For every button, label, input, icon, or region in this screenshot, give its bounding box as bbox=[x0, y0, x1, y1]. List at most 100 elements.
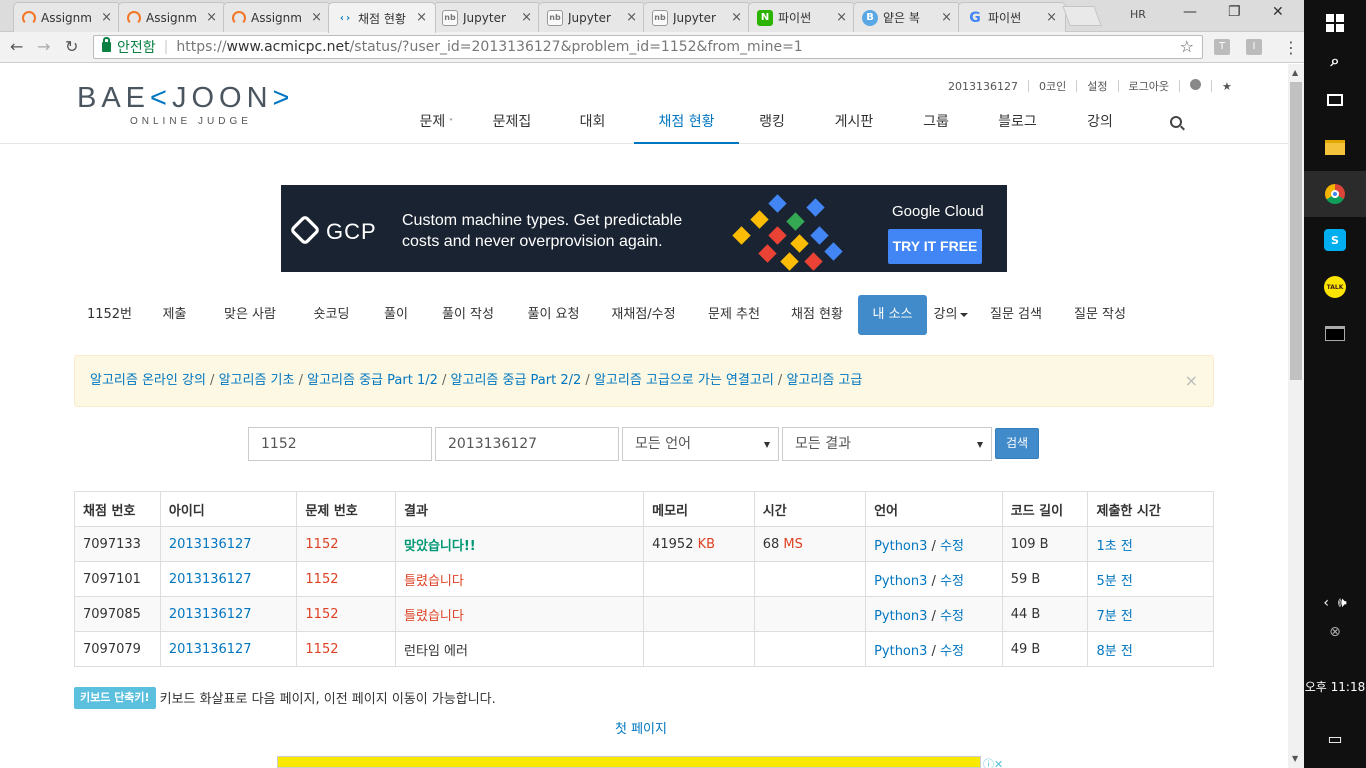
ad-info-icon[interactable]: ⓘ✕ bbox=[983, 756, 1003, 768]
address-bar[interactable]: 안전함 | https://www.acmicpc.net/status/?us… bbox=[93, 35, 1203, 59]
source-link[interactable]: Python3 bbox=[874, 574, 927, 589]
source-link[interactable]: Python3 bbox=[874, 644, 927, 659]
main-nav-8[interactable]: 블로그 bbox=[969, 100, 1066, 144]
result-select[interactable]: 모든 결과 bbox=[782, 427, 992, 461]
tab-3[interactable]: Assignm × bbox=[223, 2, 331, 32]
problem-nav-2[interactable]: 제출 bbox=[144, 295, 205, 335]
main-nav-5[interactable]: 랭킹 bbox=[739, 100, 805, 144]
skype-button[interactable]: S bbox=[1304, 217, 1366, 263]
tab-8[interactable]: N 파이썬 × bbox=[748, 2, 856, 32]
column-header[interactable]: 아이디 bbox=[159, 491, 298, 527]
tab-close-icon[interactable]: × bbox=[941, 10, 952, 25]
course-link-3[interactable]: 알고리즘 중급 Part 1/2 bbox=[307, 373, 438, 388]
edit-link[interactable]: 수정 bbox=[940, 574, 964, 589]
user-link[interactable]: 2013136127 bbox=[169, 607, 252, 622]
problem-nav-10[interactable]: 채점 현황 bbox=[776, 295, 858, 335]
file-explorer-button[interactable] bbox=[1304, 124, 1366, 170]
tab-close-icon[interactable]: × bbox=[416, 10, 427, 25]
problem-nav-1[interactable]: 1152번 bbox=[75, 295, 144, 335]
scroll-down-icon[interactable]: ▼ bbox=[1292, 754, 1298, 763]
language-select[interactable]: 모든 언어 bbox=[622, 427, 779, 461]
extension-i-icon[interactable]: I bbox=[1246, 39, 1262, 55]
main-nav-4[interactable]: 채점 현황 bbox=[634, 100, 739, 144]
page-scrollbar[interactable]: ▲ ▼ bbox=[1288, 64, 1304, 768]
source-link[interactable]: Python3 bbox=[874, 539, 927, 554]
try-it-free-button[interactable]: TRY IT FREE bbox=[888, 229, 982, 264]
tab-10[interactable]: G 파이썬 × bbox=[958, 2, 1066, 32]
problem-nav-9[interactable]: 문제 추천 bbox=[692, 295, 776, 335]
site-logo[interactable]: BAE<JOON> bbox=[77, 82, 294, 115]
logout-link[interactable]: 로그아웃 bbox=[1129, 78, 1169, 94]
tab-6[interactable]: nb Jupyter × bbox=[538, 2, 646, 32]
course-link-5[interactable]: 알고리즘 고급으로 가는 연결고리 bbox=[594, 373, 774, 388]
column-header[interactable]: 결과 bbox=[395, 491, 645, 527]
submitted-time-link[interactable]: 5분 전 bbox=[1096, 574, 1132, 589]
profile-button[interactable]: HR bbox=[1130, 8, 1146, 21]
scroll-thumb[interactable] bbox=[1290, 82, 1302, 380]
problem-nav-11[interactable]: 내 소스 bbox=[858, 295, 927, 335]
course-link-1[interactable]: 알고리즘 온라인 강의 bbox=[90, 373, 206, 388]
tab-2[interactable]: Assignm × bbox=[118, 2, 226, 32]
user-link[interactable]: 2013136127 bbox=[169, 642, 252, 657]
problem-link[interactable]: 1152 bbox=[305, 537, 338, 552]
tab-close-icon[interactable]: × bbox=[521, 10, 532, 25]
main-nav-7[interactable]: 그룹 bbox=[903, 100, 969, 144]
close-window-button[interactable]: ✕ bbox=[1272, 4, 1284, 20]
bookmark-star-icon[interactable]: ☆ bbox=[1180, 37, 1194, 56]
tab-close-icon[interactable]: × bbox=[626, 10, 637, 25]
kakaotalk-button[interactable]: TALK bbox=[1304, 264, 1366, 310]
forward-button[interactable]: → bbox=[37, 37, 50, 56]
problem-nav-4[interactable]: 숏코딩 bbox=[295, 295, 368, 335]
action-center-icon[interactable]: ▭ bbox=[1304, 715, 1366, 761]
tab-5[interactable]: nb Jupyter × bbox=[433, 2, 541, 32]
gcp-ad-banner[interactable]: GCP Custom machine types. Get predictabl… bbox=[281, 185, 1007, 272]
browser-menu-icon[interactable]: ⋮ bbox=[1283, 38, 1299, 57]
column-header[interactable]: 채점 번호 bbox=[74, 491, 161, 527]
problem-nav-5[interactable]: 풀이 bbox=[368, 295, 424, 335]
tab-close-icon[interactable]: × bbox=[311, 10, 322, 25]
search-icon[interactable] bbox=[1170, 116, 1182, 128]
problem-link[interactable]: 1152 bbox=[305, 572, 338, 587]
new-tab-button[interactable] bbox=[1062, 6, 1102, 26]
problem-id-input[interactable]: 1152 bbox=[248, 427, 432, 461]
submitted-time-link[interactable]: 8분 전 bbox=[1096, 644, 1132, 659]
tab-7[interactable]: nb Jupyter × bbox=[643, 2, 751, 32]
column-header[interactable]: 문제 번호 bbox=[296, 491, 397, 527]
globe-icon[interactable] bbox=[1189, 79, 1201, 93]
edit-link[interactable]: 수정 bbox=[940, 609, 964, 624]
taskbar-clock[interactable]: 오후 11:18 bbox=[1304, 678, 1366, 695]
bottom-ad-banner[interactable] bbox=[277, 756, 981, 768]
tab-close-icon[interactable]: × bbox=[731, 10, 742, 25]
minimize-button[interactable]: — bbox=[1183, 4, 1197, 20]
tab-close-icon[interactable]: × bbox=[206, 10, 217, 25]
problem-nav-6[interactable]: 풀이 작성 bbox=[424, 295, 512, 335]
main-nav-1[interactable]: 문제 ˅ bbox=[400, 100, 473, 144]
course-link-2[interactable]: 알고리즘 기초 bbox=[219, 373, 295, 388]
user-link[interactable]: 2013136127 bbox=[169, 572, 252, 587]
column-header[interactable]: 시간 bbox=[753, 491, 867, 527]
main-nav-9[interactable]: 강의 bbox=[1066, 100, 1134, 144]
coins-link[interactable]: 0코인 bbox=[1039, 78, 1066, 94]
submitted-time-link[interactable]: 7분 전 bbox=[1096, 609, 1132, 624]
main-nav-2[interactable]: 문제집 bbox=[473, 100, 551, 144]
source-link[interactable]: Python3 bbox=[874, 609, 927, 624]
first-page-link[interactable]: 첫 페이지 bbox=[615, 718, 667, 737]
user-link[interactable]: 2013136127 bbox=[169, 537, 252, 552]
problem-nav-8[interactable]: 재채점/수정 bbox=[595, 295, 692, 335]
user-id-input[interactable]: 2013136127 bbox=[435, 427, 619, 461]
column-header[interactable]: 코드 길이 bbox=[1001, 491, 1089, 527]
column-header[interactable]: 언어 bbox=[865, 491, 1003, 527]
edit-link[interactable]: 수정 bbox=[940, 644, 964, 659]
tab-4[interactable]: ‹› 채점 현황 × bbox=[328, 2, 436, 33]
course-link-6[interactable]: 알고리즘 고급 bbox=[786, 373, 862, 388]
column-header[interactable]: 제출한 시간 bbox=[1087, 491, 1214, 527]
tab-close-icon[interactable]: × bbox=[101, 10, 112, 25]
search-button[interactable]: 검색 bbox=[995, 428, 1039, 459]
star-icon[interactable]: ★ bbox=[1222, 80, 1232, 93]
user-id-link[interactable]: 2013136127 bbox=[948, 80, 1018, 93]
main-nav-6[interactable]: 게시판 bbox=[805, 100, 903, 144]
settings-link[interactable]: 설정 bbox=[1087, 78, 1107, 94]
tab-close-icon[interactable]: × bbox=[1046, 10, 1057, 25]
back-button[interactable]: ← bbox=[10, 37, 23, 56]
restore-button[interactable]: ❐ bbox=[1228, 4, 1241, 20]
